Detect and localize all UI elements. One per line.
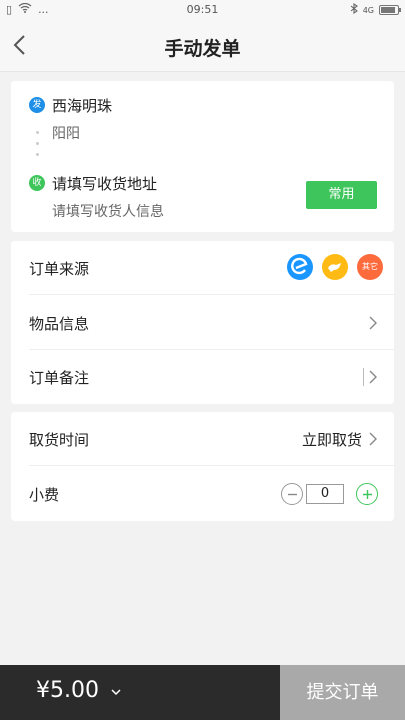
status-time: 09:51 [186, 3, 219, 16]
sender-name[interactable]: 西海明珠 [52, 95, 112, 116]
tip-label: 小费 [29, 486, 60, 504]
plus-icon [363, 490, 372, 499]
chevron-down-icon [111, 689, 121, 696]
price-total: ¥5.00 [36, 678, 99, 703]
order-source-row: 订单来源 其它 [11, 241, 394, 295]
pickup-time-label: 取货时间 [29, 431, 90, 449]
goods-info-label: 物品信息 [29, 315, 90, 333]
separator-line [363, 368, 364, 386]
address-card: 发 西海明珠 阳阳 收 请填写收货地址 请填写收货人信息 常用 [11, 81, 394, 232]
chevron-right-icon [369, 432, 377, 446]
submit-order-button[interactable]: 提交订单 [280, 665, 405, 720]
order-info-card: 订单来源 其它 物品信息 订单备注 [11, 241, 394, 404]
receiver-address-field[interactable]: 请填写收货地址 [52, 173, 157, 194]
sender-contact[interactable]: 阳阳 [52, 123, 80, 143]
ele-icon[interactable] [287, 254, 313, 280]
divider [29, 294, 394, 295]
tip-row: 小费 0 [11, 467, 394, 521]
pickup-time-value: 立即取货 [301, 431, 362, 449]
order-note-label: 订单备注 [29, 369, 90, 387]
other-source-button[interactable]: 其它 [357, 254, 383, 280]
price-summary[interactable]: ¥5.00 [0, 665, 280, 720]
order-source-label: 订单来源 [29, 260, 90, 278]
kangaroo-icon[interactable] [322, 254, 348, 280]
bluetooth-icon [350, 2, 358, 17]
nav-bar: 手动发单 [0, 20, 405, 72]
status-right: 4G [350, 2, 401, 17]
chevron-right-icon [369, 316, 377, 330]
chevron-right-icon [369, 370, 377, 384]
tip-decrease-button[interactable] [281, 483, 303, 505]
bottom-bar: ¥5.00 提交订单 [0, 665, 405, 720]
battery-icon [379, 5, 401, 15]
receiver-contact-field[interactable]: 请填写收货人信息 [52, 201, 164, 221]
goods-info-row[interactable]: 物品信息 [11, 296, 394, 350]
order-note-row[interactable]: 订单备注 [11, 350, 394, 404]
route-dot [36, 153, 39, 156]
page-title: 手动发单 [164, 38, 241, 60]
pickup-card: 取货时间 立即取货 小费 0 [11, 412, 394, 521]
route-dot [36, 131, 39, 134]
tip-increase-button[interactable] [356, 483, 378, 505]
network-label: 4G [362, 5, 374, 15]
route-dot [36, 142, 39, 145]
tip-input[interactable]: 0 [306, 484, 344, 504]
status-bar: ▯ ... 09:51 4G [0, 0, 405, 20]
common-address-button[interactable]: 常用 [306, 181, 377, 209]
pickup-time-row[interactable]: 取货时间 立即取货 [11, 412, 394, 466]
minus-icon [288, 493, 297, 496]
receiver-badge: 收 [29, 175, 45, 191]
divider [29, 465, 394, 466]
sender-badge: 发 [29, 97, 45, 113]
